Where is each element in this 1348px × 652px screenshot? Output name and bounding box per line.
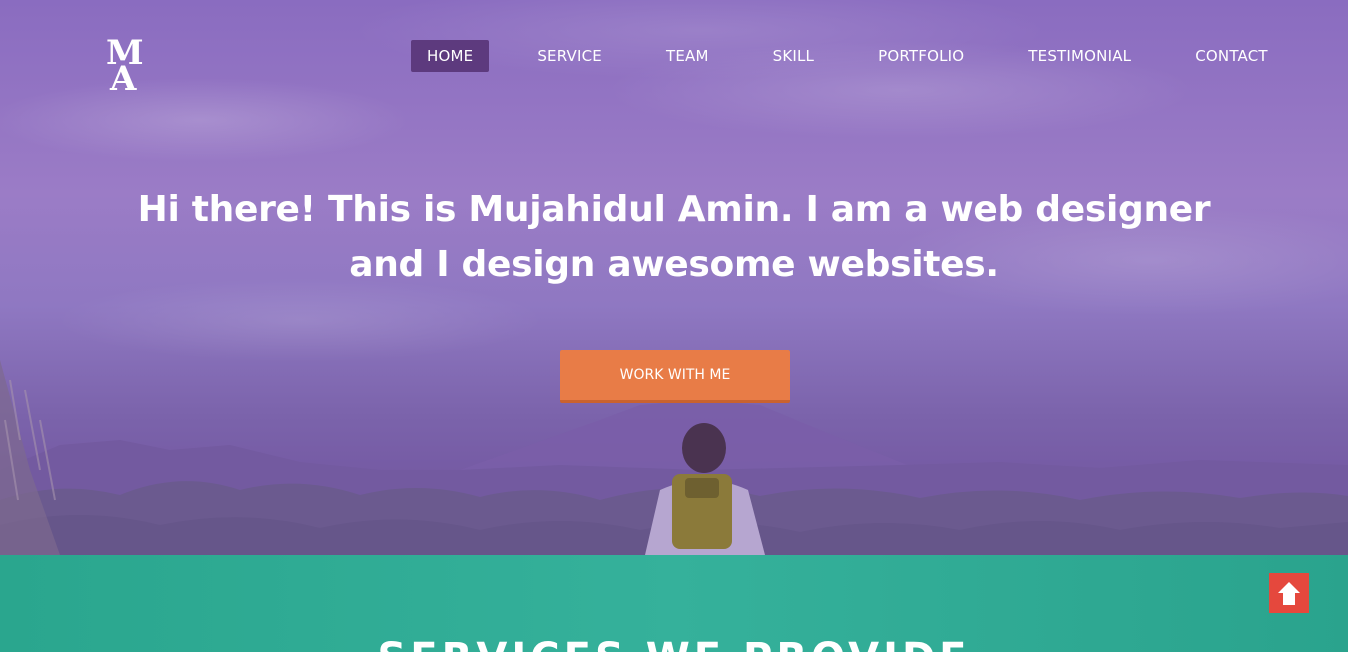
- main-nav: HOME SERVICE TEAM SKILL PORTFOLIO TESTIM…: [411, 39, 1284, 72]
- nav-item-testimonial[interactable]: TESTIMONIAL: [1012, 40, 1147, 72]
- nav-item-contact[interactable]: CONTACT: [1179, 40, 1284, 72]
- nav-item-service[interactable]: SERVICE: [521, 40, 618, 72]
- scroll-to-top-button[interactable]: [1269, 573, 1309, 613]
- work-with-me-button[interactable]: WORK WITH ME: [560, 350, 790, 403]
- hero-headline: Hi there! This is Mujahidul Amin. I am a…: [137, 189, 1211, 285]
- services-section: SERVICES WE PROVIDE: [0, 555, 1348, 652]
- logo[interactable]: M A: [104, 32, 162, 99]
- arrow-up-icon: [1278, 582, 1300, 605]
- nav-item-skill[interactable]: SKILL: [757, 40, 831, 72]
- logo-monogram: M A: [106, 33, 144, 99]
- nav-item-portfolio[interactable]: PORTFOLIO: [862, 40, 980, 72]
- services-title: SERVICES WE PROVIDE: [0, 635, 1348, 652]
- svg-text:A: A: [109, 59, 137, 92]
- nav-item-team[interactable]: TEAM: [650, 40, 725, 72]
- nav-item-home[interactable]: HOME: [411, 39, 490, 72]
